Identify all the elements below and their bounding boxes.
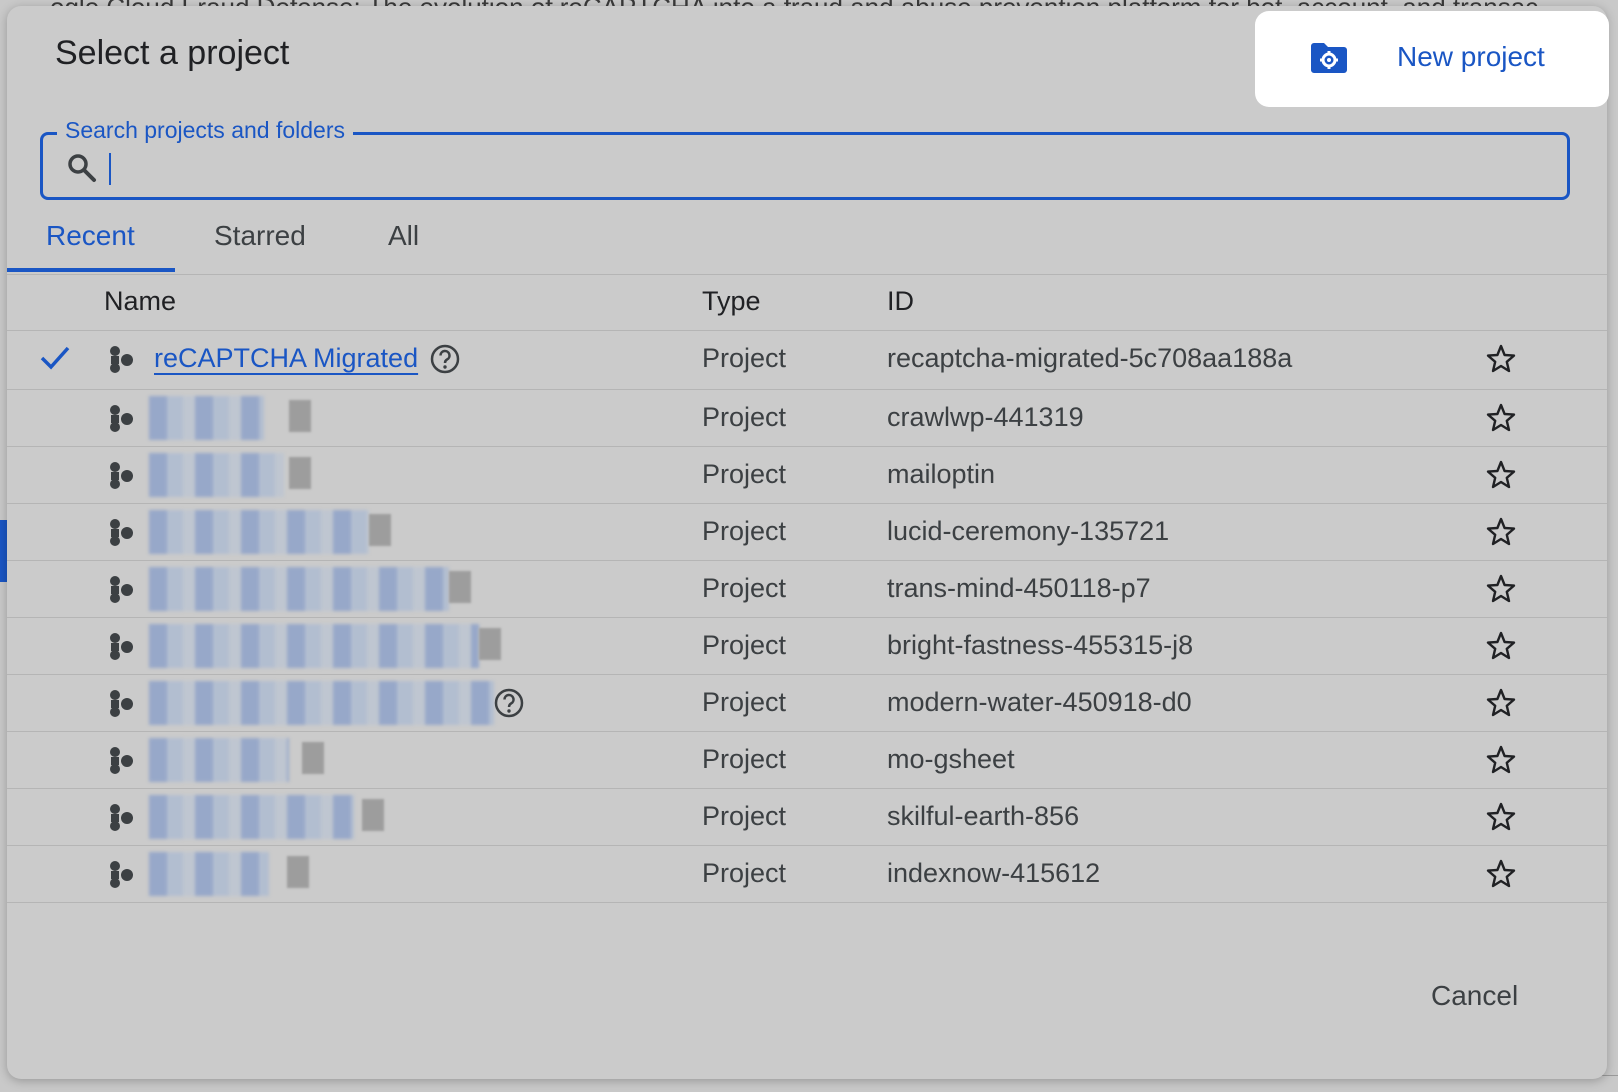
table-row[interactable]: Project modern-water-450918-d0 [7, 675, 1607, 732]
star-icon[interactable] [1485, 858, 1517, 895]
star-icon[interactable] [1485, 687, 1517, 724]
redacted-help-icon [479, 628, 501, 660]
new-project-button[interactable]: New project [1255, 11, 1609, 107]
redacted-project-name [149, 624, 479, 668]
star-icon[interactable] [1485, 402, 1517, 439]
project-type: Project [702, 801, 787, 831]
redacted-project-name [149, 396, 264, 440]
project-id: trans-mind-450118-p7 [887, 573, 1151, 603]
redacted-help-icon [302, 742, 324, 774]
project-type: Project [702, 343, 787, 373]
project-type: Project [702, 858, 787, 888]
tab-bar: Recent Starred All [7, 212, 1607, 275]
star-icon[interactable] [1485, 573, 1517, 610]
table-row[interactable]: Project bright-fastness-455315-j8 [7, 618, 1607, 675]
project-type: Project [702, 744, 787, 774]
folder-settings-icon [1309, 41, 1349, 80]
redacted-help-icon [287, 856, 309, 888]
project-id: lucid-ceremony-135721 [887, 516, 1170, 546]
project-id: mailoptin [887, 459, 996, 489]
table-row[interactable]: Project mailoptin [7, 447, 1607, 504]
table-row[interactable]: Project skilful-earth-856 [7, 789, 1607, 846]
table-row[interactable]: Project crawlwp-441319 [7, 390, 1607, 447]
search-field-label: Search projects and folders [57, 117, 353, 144]
project-id: recaptcha-migrated-5c708aa188a [887, 343, 1293, 373]
project-hexagon-icon [107, 689, 137, 724]
project-type: Project [702, 573, 787, 603]
redacted-help-icon [289, 457, 311, 489]
table-row[interactable]: Project trans-mind-450118-p7 [7, 561, 1607, 618]
column-header-type: Type [702, 286, 761, 316]
select-project-dialog: Select a project New project Search proj… [7, 6, 1609, 1079]
new-project-label: New project [1397, 41, 1545, 72]
redacted-help-icon [369, 514, 391, 546]
project-hexagon-icon [107, 461, 137, 496]
project-id: indexnow-415612 [887, 858, 1101, 888]
project-hexagon-icon [107, 518, 137, 553]
redacted-help-icon [449, 571, 471, 603]
checkmark-icon [39, 343, 71, 376]
search-field[interactable]: Search projects and folders [40, 117, 1570, 200]
help-icon[interactable] [429, 343, 461, 380]
table-row[interactable]: Project indexnow-415612 [7, 846, 1607, 903]
active-tab-indicator [7, 268, 175, 272]
redacted-project-name [149, 510, 369, 554]
redacted-project-name [149, 681, 494, 725]
redacted-project-name [149, 738, 289, 782]
project-id: mo-gsheet [887, 744, 1015, 774]
redacted-project-name [149, 795, 354, 839]
table-header: Name Type ID [7, 274, 1607, 331]
project-hexagon-icon [107, 860, 137, 895]
redacted-project-name [149, 567, 449, 611]
star-icon[interactable] [1485, 459, 1517, 496]
redacted-project-name [149, 852, 269, 896]
project-id: crawlwp-441319 [887, 402, 1084, 432]
table-row[interactable]: Project mo-gsheet [7, 732, 1607, 789]
project-hexagon-icon [107, 803, 137, 838]
column-header-id: ID [887, 286, 914, 316]
project-type: Project [702, 402, 787, 432]
project-id: modern-water-450918-d0 [887, 687, 1192, 717]
project-hexagon-icon [107, 575, 137, 610]
projects-table: Name Type ID reCAPTCHA Migrated Project … [7, 274, 1607, 903]
project-hexagon-icon [107, 632, 137, 667]
redacted-project-name [149, 453, 284, 497]
star-icon[interactable] [1485, 516, 1517, 553]
project-hexagon-icon [107, 345, 137, 380]
column-header-name[interactable]: Name [104, 286, 176, 317]
tab-all[interactable]: All [388, 220, 419, 252]
search-input[interactable] [105, 147, 1549, 187]
redacted-help-icon [289, 400, 311, 432]
dialog-title: Select a project [55, 34, 290, 72]
background-accent [0, 520, 7, 582]
text-caret [109, 153, 111, 185]
project-hexagon-icon [107, 404, 137, 439]
project-type: Project [702, 459, 787, 489]
project-id: skilful-earth-856 [887, 801, 1080, 831]
table-row[interactable]: reCAPTCHA Migrated Project recaptcha-mig… [7, 331, 1607, 390]
search-icon [67, 153, 97, 188]
tab-starred[interactable]: Starred [214, 220, 306, 252]
project-type: Project [702, 516, 787, 546]
project-hexagon-icon [107, 746, 137, 781]
redacted-help-icon [362, 799, 384, 831]
project-type: Project [702, 687, 787, 717]
tab-recent[interactable]: Recent [46, 220, 135, 252]
project-type: Project [702, 630, 787, 660]
table-row[interactable]: Project lucid-ceremony-135721 [7, 504, 1607, 561]
star-icon[interactable] [1485, 630, 1517, 667]
star-icon[interactable] [1485, 343, 1517, 380]
help-icon[interactable] [493, 687, 525, 724]
star-icon[interactable] [1485, 744, 1517, 781]
project-name-link[interactable]: reCAPTCHA Migrated [154, 343, 418, 374]
star-icon[interactable] [1485, 801, 1517, 838]
cancel-button[interactable]: Cancel [1431, 980, 1518, 1012]
project-id: bright-fastness-455315-j8 [887, 630, 1194, 660]
